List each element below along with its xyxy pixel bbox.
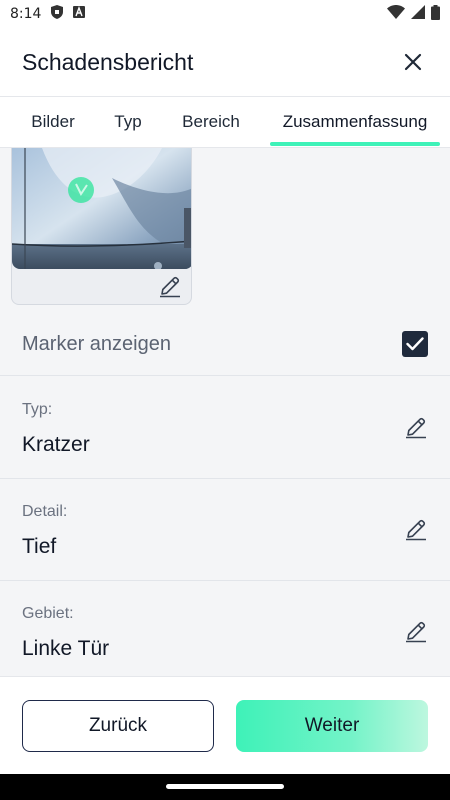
checkmark-icon (406, 337, 424, 351)
app-bar: Schadensbericht (0, 28, 450, 96)
type-label: Typ: (22, 401, 53, 418)
summary-content: Marker anzeigen Typ: Kratzer Detail: Tie… (0, 148, 450, 676)
home-indicator[interactable] (166, 784, 284, 789)
area-label: Gebiet: (22, 605, 74, 622)
status-bar: 8:14 (0, 0, 450, 28)
damage-photo (12, 148, 191, 269)
active-tab-indicator (270, 142, 440, 146)
area-value: Linke Tür (22, 637, 110, 660)
edit-area-button[interactable] (404, 619, 428, 643)
damage-photo-card[interactable] (11, 148, 192, 305)
cellular-signal-icon (411, 5, 425, 23)
pencil-icon (406, 519, 426, 541)
marker-label: Marker anzeigen (22, 332, 171, 355)
type-value: Kratzer (22, 433, 90, 456)
status-time: 8:14 (10, 6, 42, 22)
shield-icon (51, 5, 64, 23)
summary-row-area: Gebiet: Linke Tür (0, 581, 450, 676)
edit-type-button[interactable] (404, 415, 428, 439)
detail-label: Detail: (22, 503, 68, 520)
font-a-icon (73, 6, 86, 22)
tab-typ[interactable]: Typ (100, 97, 156, 147)
marker-checkbox[interactable] (402, 331, 428, 357)
tab-bilder[interactable]: Bilder (18, 97, 88, 147)
tab-zusammenfassung[interactable]: Zusammenfassung (270, 97, 440, 147)
close-icon (404, 53, 422, 71)
battery-icon (431, 4, 440, 24)
tab-bereich[interactable]: Bereich (170, 97, 252, 147)
close-button[interactable] (398, 47, 428, 77)
summary-row-type: Typ: Kratzer (0, 377, 450, 479)
tab-bar: Bilder Typ Bereich Zusammenfassung (0, 96, 450, 148)
next-button[interactable]: Weiter (236, 700, 428, 752)
system-navigation-bar (0, 774, 450, 800)
page-title: Schadensbericht (22, 48, 194, 75)
back-button[interactable]: Zurück (22, 700, 214, 752)
pencil-icon (406, 621, 426, 643)
pencil-icon (406, 417, 426, 439)
marker-toggle-row[interactable]: Marker anzeigen (0, 313, 450, 376)
detail-value: Tief (22, 535, 57, 558)
pencil-icon (160, 276, 180, 298)
edit-detail-button[interactable] (404, 517, 428, 541)
wifi-icon (387, 4, 405, 23)
summary-row-detail: Detail: Tief (0, 479, 450, 581)
edit-photo-button[interactable] (158, 274, 182, 298)
footer-actions: Zurück Weiter (0, 676, 450, 774)
